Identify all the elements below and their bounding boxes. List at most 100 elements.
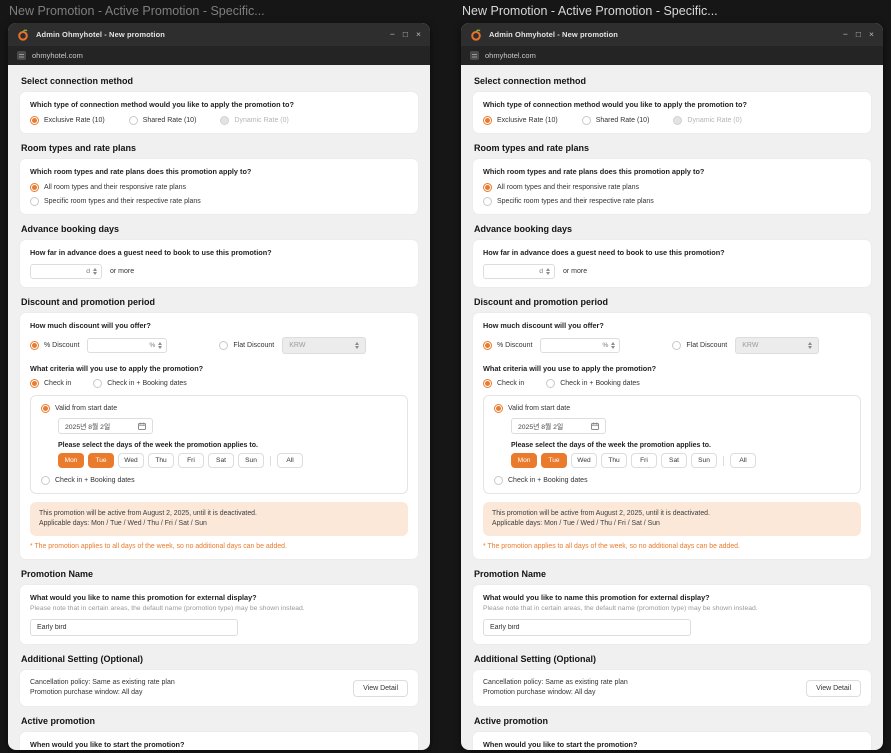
section-heading-advance: Advance booking days [474, 224, 573, 234]
maximize-icon[interactable]: □ [403, 30, 408, 39]
minimize-icon[interactable]: − [390, 30, 395, 39]
percent-input[interactable] [545, 342, 600, 349]
percent-stepper[interactable]: % [540, 338, 621, 353]
day-all-button[interactable]: All [277, 453, 303, 468]
radio-icon[interactable] [483, 183, 492, 192]
section-heading-connection: Select connection method [474, 76, 587, 86]
radio-specific-rooms[interactable]: Specific room types and their respective… [30, 197, 408, 206]
day-wed-button[interactable]: Wed [571, 453, 597, 468]
radio-icon[interactable] [219, 341, 229, 350]
day-fri-button[interactable]: Fri [178, 453, 204, 468]
section-heading-additional: Additional Setting (Optional) [474, 654, 596, 664]
day-mon-button[interactable]: Mon [511, 453, 537, 468]
radio-icon[interactable] [128, 116, 138, 125]
day-mon-button[interactable]: Mon [58, 453, 84, 468]
radio-checkin-booking-2[interactable]: Check in + Booking dates [41, 476, 397, 485]
radio-icon[interactable] [483, 341, 492, 350]
radio-icon[interactable] [483, 379, 492, 388]
view-detail-button[interactable]: View Detail [806, 679, 861, 697]
validity-subpanel: Valid from start date 2025년 8월 2일 Please… [483, 395, 861, 494]
left-titlebar[interactable]: Admin Ohmyhotel - New promotion − □ × [8, 23, 430, 46]
advance-days-input[interactable] [35, 268, 84, 275]
day-fri-button[interactable]: Fri [631, 453, 657, 468]
connection-card: Which type of connection method would yo… [20, 92, 418, 133]
name-hint: Please note that in certain areas, the d… [30, 605, 305, 612]
radio-icon[interactable] [494, 476, 503, 485]
cancellation-policy: Cancellation policy: Same as existing ra… [30, 679, 175, 686]
day-tue-button[interactable]: Tue [88, 453, 114, 468]
radio-exclusive-rate[interactable]: Exclusive Rate (10) [483, 116, 558, 125]
advance-days-input[interactable] [488, 268, 537, 275]
right-titlebar[interactable]: Admin Ohmyhotel - New promotion − □ × [461, 23, 883, 46]
view-detail-button[interactable]: View Detail [353, 679, 408, 697]
radio-icon[interactable] [41, 476, 50, 485]
radio-percent-discount[interactable]: % Discount [30, 341, 79, 350]
radio-icon[interactable] [30, 183, 39, 192]
promotion-name-input[interactable] [30, 619, 238, 636]
day-all-button[interactable]: All [730, 453, 756, 468]
start-date-picker[interactable]: 2025년 8월 2일 [58, 418, 153, 434]
radio-icon[interactable] [30, 341, 39, 350]
radio-icon[interactable] [483, 197, 492, 206]
radio-all-rooms[interactable]: All room types and their responsive rate… [30, 183, 408, 192]
stepper-arrows-icon[interactable] [611, 341, 616, 350]
active-question: When would you like to start the promoti… [483, 740, 638, 749]
calendar-icon[interactable] [138, 422, 146, 430]
close-icon[interactable]: × [869, 30, 874, 39]
radio-valid-from-start[interactable]: Valid from start date [494, 404, 850, 413]
radio-checkin-booking-2[interactable]: Check in + Booking dates [494, 476, 850, 485]
radio-icon [673, 116, 683, 125]
radio-percent-discount[interactable]: % Discount [483, 341, 532, 350]
radio-check-in[interactable]: Check in [30, 379, 71, 388]
day-tue-button[interactable]: Tue [541, 453, 567, 468]
left-urlbar[interactable]: ohmyhotel.com [8, 46, 430, 65]
day-sun-button[interactable]: Sun [691, 453, 717, 468]
section-heading-connection: Select connection method [21, 76, 134, 86]
criteria-question: What criteria will you use to apply the … [483, 364, 657, 373]
radio-flat-discount[interactable]: Flat Discount [672, 341, 727, 350]
day-sat-button[interactable]: Sat [208, 453, 234, 468]
radio-icon[interactable] [672, 341, 682, 350]
calendar-icon[interactable] [591, 422, 599, 430]
day-thu-button[interactable]: Thu [601, 453, 627, 468]
radio-icon[interactable] [30, 379, 39, 388]
radio-all-rooms[interactable]: All room types and their responsive rate… [483, 183, 861, 192]
maximize-icon[interactable]: □ [856, 30, 861, 39]
radio-icon[interactable] [483, 116, 492, 125]
currency-select: KRW [282, 337, 367, 354]
day-sat-button[interactable]: Sat [661, 453, 687, 468]
ohmyhotel-logo-icon [18, 29, 28, 41]
radio-icon[interactable] [581, 116, 591, 125]
radio-icon[interactable] [30, 116, 39, 125]
day-wed-button[interactable]: Wed [118, 453, 144, 468]
radio-icon[interactable] [494, 404, 503, 413]
radio-icon[interactable] [546, 379, 556, 388]
minimize-icon[interactable]: − [843, 30, 848, 39]
day-thu-button[interactable]: Thu [148, 453, 174, 468]
stepper-arrows-icon[interactable] [93, 267, 97, 276]
promotion-name-input[interactable] [483, 619, 691, 636]
advance-days-stepper[interactable]: d [483, 264, 555, 279]
percent-stepper[interactable]: % [87, 338, 168, 353]
radio-checkin-booking[interactable]: Check in + Booking dates [93, 379, 187, 388]
close-icon[interactable]: × [416, 30, 421, 39]
day-sun-button[interactable]: Sun [238, 453, 264, 468]
stepper-arrows-icon[interactable] [158, 341, 163, 350]
radio-icon[interactable] [30, 197, 39, 206]
percent-input[interactable] [92, 342, 147, 349]
radio-specific-rooms[interactable]: Specific room types and their respective… [483, 197, 861, 206]
radio-shared-rate[interactable]: Shared Rate (10) [128, 116, 196, 125]
radio-exclusive-rate[interactable]: Exclusive Rate (10) [30, 116, 105, 125]
stepper-arrows-icon[interactable] [546, 267, 550, 276]
left-content: Select connection method Which type of c… [8, 65, 430, 750]
radio-valid-from-start[interactable]: Valid from start date [41, 404, 397, 413]
start-date-picker[interactable]: 2025년 8월 2일 [511, 418, 606, 434]
right-urlbar[interactable]: ohmyhotel.com [461, 46, 883, 65]
radio-flat-discount[interactable]: Flat Discount [219, 341, 274, 350]
advance-days-stepper[interactable]: d [30, 264, 102, 279]
radio-checkin-booking[interactable]: Check in + Booking dates [546, 379, 640, 388]
radio-icon[interactable] [41, 404, 50, 413]
radio-shared-rate[interactable]: Shared Rate (10) [581, 116, 649, 125]
radio-icon[interactable] [93, 379, 103, 388]
radio-check-in[interactable]: Check in [483, 379, 524, 388]
